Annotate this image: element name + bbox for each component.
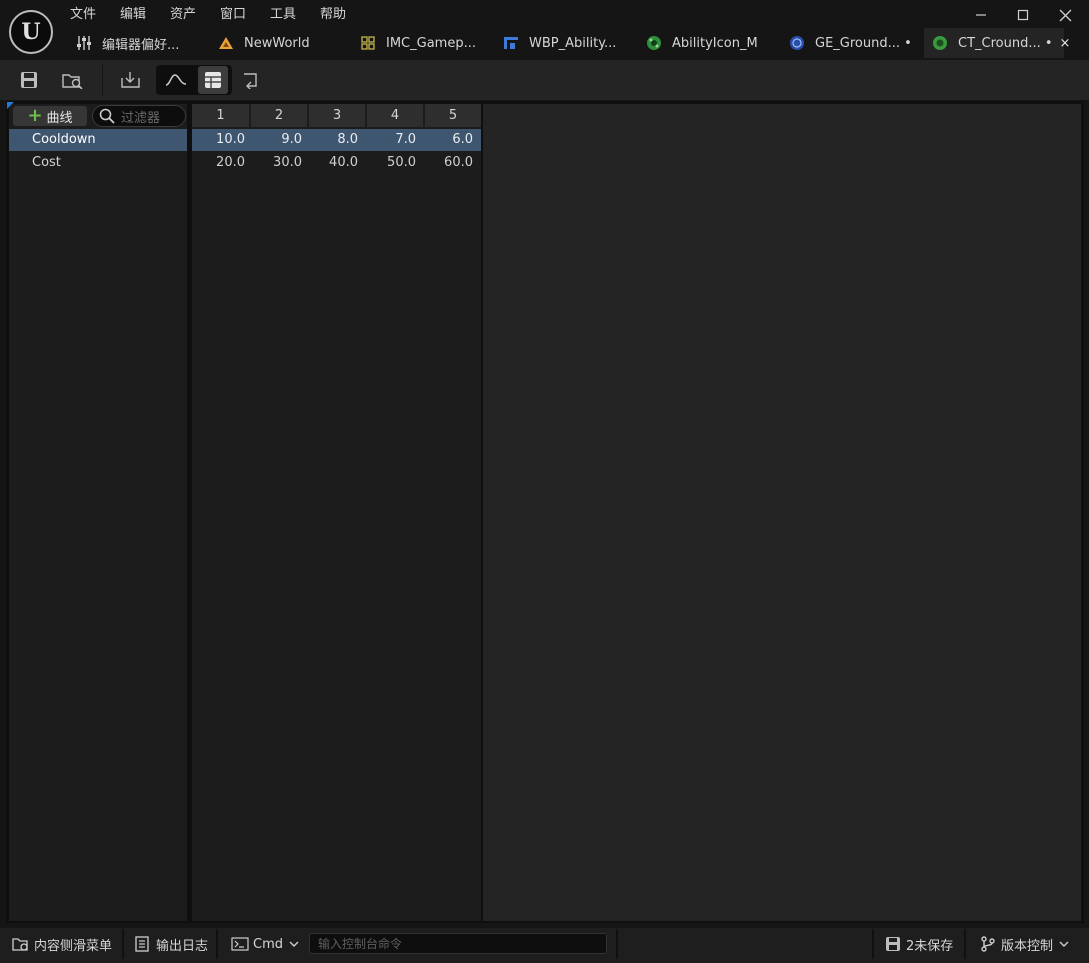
column-header[interactable]: 4 <box>367 104 423 127</box>
tab-label: AbilityIcon_M <box>672 35 758 51</box>
search-icon <box>99 108 115 124</box>
curve-view-button[interactable] <box>161 66 191 94</box>
level-icon <box>218 35 234 51</box>
console-input[interactable]: 输入控制台命令 <box>309 933 607 954</box>
filter-input[interactable]: 过滤器 <box>92 105 186 127</box>
plus-icon: + <box>27 105 43 126</box>
table-cell[interactable]: 10.0 <box>192 129 245 151</box>
unsaved-save-icon <box>886 937 900 951</box>
browse-button[interactable] <box>58 66 88 94</box>
tab-label: WBP_Ability... <box>529 35 617 51</box>
cmd-dropdown[interactable]: Cmd <box>231 929 299 959</box>
close-tab-icon[interactable]: × <box>1060 36 1071 51</box>
toolbar-divider <box>102 64 103 96</box>
chevron-down-icon <box>1059 941 1069 947</box>
reimport-icon <box>121 72 140 88</box>
menu-file[interactable]: 文件 <box>70 6 96 24</box>
tab-label: CT_Cround... • <box>958 35 1053 51</box>
material-icon <box>646 35 662 51</box>
tab-label: 编辑器偏好... <box>102 37 180 53</box>
curve-row-cooldown[interactable]: Cooldown <box>9 129 187 151</box>
unreal-logo-icon[interactable]: U <box>9 10 53 54</box>
widget-blueprint-icon <box>503 35 519 51</box>
content-drawer-label: 内容侧滑菜单 <box>34 938 113 954</box>
tab-label: GE_Ground... • <box>815 35 912 51</box>
column-header[interactable]: 2 <box>251 104 307 127</box>
curve-table-icon <box>932 35 948 51</box>
input-mapping-icon <box>360 35 376 51</box>
empty-details-area <box>483 104 1081 921</box>
table-view-button[interactable] <box>198 66 228 94</box>
status-divider <box>216 929 218 959</box>
unsaved-button[interactable]: 2未保存 <box>885 929 953 959</box>
console-placeholder: 输入控制台命令 <box>318 937 403 951</box>
menu-window[interactable]: 窗口 <box>220 6 246 24</box>
cmd-label: Cmd <box>253 936 283 952</box>
minimize-icon[interactable] <box>966 4 996 26</box>
console-icon <box>231 937 249 951</box>
blueprint-icon <box>789 35 805 51</box>
table-grid-panel <box>192 104 481 921</box>
status-divider <box>872 929 874 959</box>
tab-label: NewWorld <box>244 35 310 51</box>
table-cell[interactable]: 30.0 <box>251 152 302 174</box>
table-view-icon <box>205 72 221 88</box>
append-key-button[interactable] <box>238 66 268 94</box>
table-cell[interactable]: 20.0 <box>192 152 245 174</box>
status-divider <box>964 929 966 959</box>
output-log-icon <box>135 936 149 952</box>
menu-edit[interactable]: 编辑 <box>120 6 146 24</box>
curve-list-panel <box>9 104 187 921</box>
browse-icon <box>62 74 83 89</box>
tab-ct-ground[interactable]: CT_Cround... • × <box>924 28 1070 58</box>
table-cell[interactable]: 60.0 <box>425 152 473 174</box>
reimport-button[interactable] <box>116 66 146 94</box>
add-curve-label: 曲线 <box>46 110 73 126</box>
column-header[interactable]: 1 <box>192 104 249 127</box>
column-header[interactable]: 3 <box>309 104 365 127</box>
tab-newworld[interactable]: NewWorld <box>218 28 310 58</box>
table-cell[interactable]: 6.0 <box>425 129 473 151</box>
save-button[interactable] <box>14 66 44 94</box>
tab-label: IMC_Gamep... <box>386 35 476 51</box>
source-control-icon <box>981 936 995 952</box>
menu-help[interactable]: 帮助 <box>320 6 346 24</box>
menu-asset[interactable]: 资产 <box>170 6 196 24</box>
source-control-label: 版本控制 <box>1001 938 1054 954</box>
add-curve-button[interactable]: + 曲线 <box>13 106 87 126</box>
tab-wbp-ability[interactable]: WBP_Ability... <box>503 28 616 58</box>
table-cell[interactable]: 8.0 <box>309 129 358 151</box>
curve-row-label: Cost <box>32 155 61 170</box>
output-log-button[interactable]: 输出日志 <box>134 929 208 959</box>
table-cell[interactable]: 7.0 <box>367 129 416 151</box>
output-log-label: 输出日志 <box>156 938 209 954</box>
table-cell[interactable]: 40.0 <box>309 152 358 174</box>
maximize-icon[interactable] <box>1008 4 1038 26</box>
close-window-icon[interactable] <box>1050 4 1080 26</box>
save-icon <box>21 72 37 88</box>
content-drawer-icon <box>12 938 28 951</box>
content-drawer-button[interactable]: 内容侧滑菜单 <box>12 929 112 959</box>
curve-view-icon <box>165 74 187 86</box>
menu-tools[interactable]: 工具 <box>270 6 296 24</box>
sliders-icon <box>76 35 92 51</box>
curve-row-cost[interactable]: Cost <box>9 152 187 174</box>
chevron-down-icon <box>289 941 299 947</box>
source-control-button[interactable]: 版本控制 <box>980 929 1069 959</box>
column-header[interactable]: 5 <box>425 104 481 127</box>
filter-placeholder: 过滤器 <box>121 110 161 126</box>
status-divider <box>616 929 618 959</box>
append-key-icon <box>244 73 257 89</box>
curve-row-label: Cooldown <box>32 132 96 147</box>
unsaved-label: 2未保存 <box>906 938 954 954</box>
table-cell[interactable]: 50.0 <box>367 152 416 174</box>
tab-editor-preferences[interactable]: 编辑器偏好... <box>76 28 179 58</box>
tab-imc-gameplay[interactable]: IMC_Gamep... <box>360 28 476 58</box>
table-cell[interactable]: 9.0 <box>251 129 302 151</box>
status-divider <box>122 929 124 959</box>
tab-abilityicon-m[interactable]: AbilityIcon_M <box>646 28 758 58</box>
tab-ge-ground[interactable]: GE_Ground... • <box>789 28 912 58</box>
